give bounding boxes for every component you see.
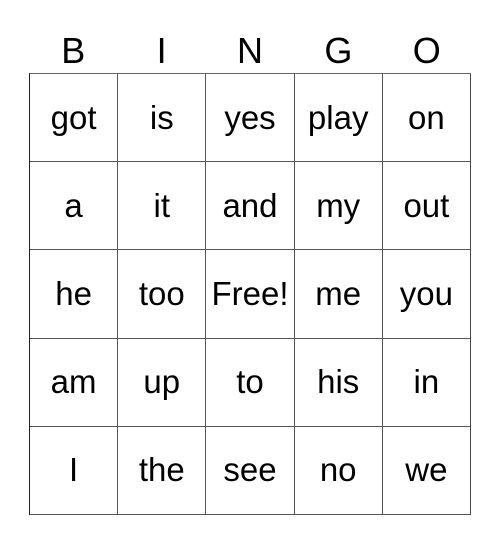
bingo-cell[interactable]: in [382, 338, 471, 427]
bingo-cell[interactable]: his [294, 338, 383, 427]
bingo-cell[interactable]: I [30, 426, 119, 515]
bingo-cell[interactable]: to [206, 338, 295, 427]
header-letter-g: G [324, 30, 353, 71]
bingo-cell[interactable]: up [118, 338, 207, 427]
bingo-cell[interactable]: see [206, 426, 295, 515]
bingo-cell[interactable]: the [118, 426, 207, 515]
bingo-cell[interactable]: a [30, 162, 119, 251]
free-space-cell[interactable]: Free! [206, 250, 295, 339]
bingo-cell[interactable]: got [30, 74, 119, 163]
header-letter-i: I [156, 30, 167, 71]
bingo-cell[interactable]: out [382, 162, 471, 251]
header-letter-n: N [236, 30, 263, 71]
bingo-cell[interactable]: too [118, 250, 207, 339]
bingo-cell[interactable]: we [382, 426, 471, 515]
header-letter-b: B [61, 30, 86, 71]
bingo-cell[interactable]: no [294, 426, 383, 515]
bingo-cell[interactable]: yes [206, 74, 295, 163]
bingo-cell[interactable]: play [294, 74, 383, 163]
header-letter-o: O [412, 30, 441, 71]
bingo-cell[interactable]: on [382, 74, 471, 163]
bingo-cell[interactable]: am [30, 338, 119, 427]
bingo-board: got is yes play on a it and my out he to… [29, 73, 471, 515]
bingo-cell[interactable]: you [382, 250, 471, 339]
bingo-cell[interactable]: is [118, 74, 207, 163]
bingo-cell[interactable]: and [206, 162, 295, 251]
bingo-cell[interactable]: it [118, 162, 207, 251]
bingo-cell[interactable]: my [294, 162, 383, 251]
bingo-cell[interactable]: he [30, 250, 119, 339]
bingo-cell[interactable]: me [294, 250, 383, 339]
bingo-header: B I N G O [29, 30, 471, 72]
